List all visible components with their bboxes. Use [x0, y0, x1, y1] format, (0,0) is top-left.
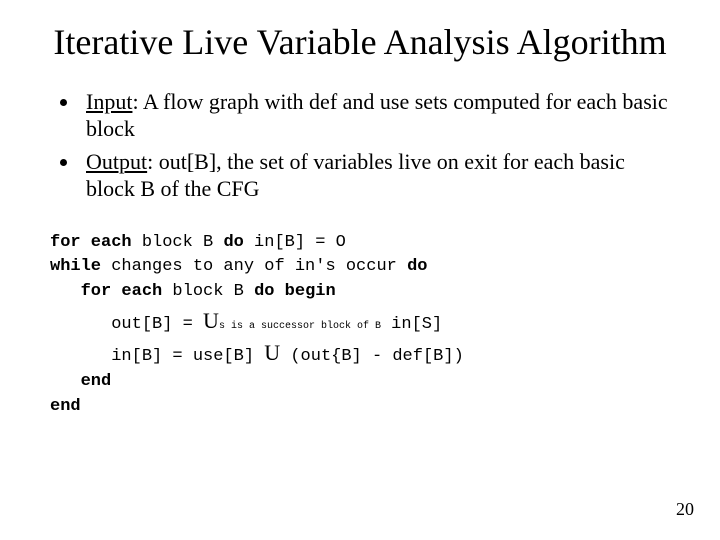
kw-do-begin: do begin	[254, 282, 336, 301]
slide: Iterative Live Variable Analysis Algorit…	[0, 0, 720, 540]
output-text: : out[B], the set of variables live on e…	[86, 149, 625, 201]
kw-while: while	[50, 257, 101, 276]
union-symbol: U	[203, 308, 219, 333]
page-number: 20	[676, 499, 694, 520]
kw-do: do	[223, 233, 243, 252]
kw-do: do	[407, 257, 427, 276]
kw-end: end	[81, 372, 112, 391]
kw-for-each: for each	[50, 233, 132, 252]
bullet-list: Input: A flow graph with def and use set…	[50, 89, 670, 202]
input-label: Input	[86, 89, 132, 114]
union-subscript: s is a successor block of B	[219, 321, 381, 332]
bullet-output: Output: out[B], the set of variables liv…	[80, 149, 670, 203]
algorithm-block: for each block B do in[B] = O while chan…	[50, 231, 670, 419]
input-text: : A flow graph with def and use sets com…	[86, 89, 668, 141]
output-label: Output	[86, 149, 147, 174]
kw-end: end	[50, 397, 81, 416]
kw-for-each: for each	[81, 282, 163, 301]
union-symbol: U	[264, 340, 280, 365]
bullet-input: Input: A flow graph with def and use set…	[80, 89, 670, 143]
slide-title: Iterative Live Variable Analysis Algorit…	[50, 22, 670, 63]
